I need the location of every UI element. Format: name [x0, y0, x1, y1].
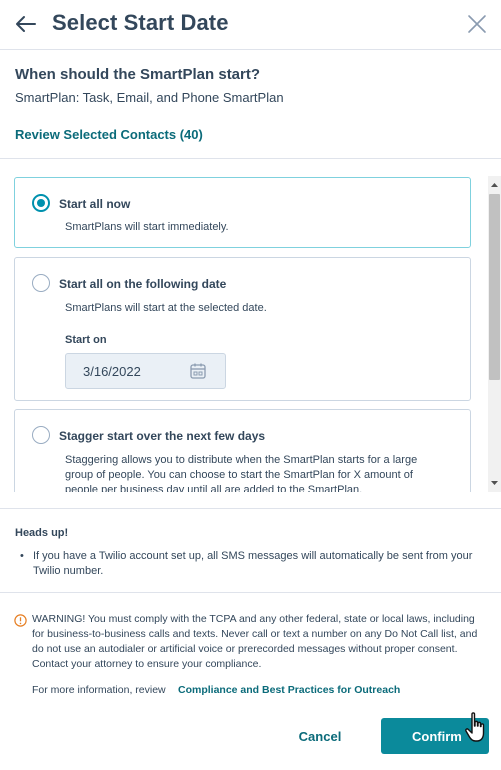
start-on-label: Start on — [65, 334, 107, 346]
heads-up-title: Heads up! — [15, 527, 69, 539]
scroll-thumb[interactable] — [489, 194, 500, 380]
option-stagger-start[interactable]: Stagger start over the next few days Sta… — [14, 409, 471, 492]
confirm-button[interactable]: Confirm — [381, 718, 489, 754]
bullet: • — [20, 550, 24, 562]
scroll-down-arrow-icon[interactable] — [488, 478, 501, 488]
divider — [0, 508, 501, 509]
cancel-button[interactable]: Cancel — [282, 718, 358, 754]
radio-stagger-start[interactable] — [32, 426, 50, 444]
compliance-link[interactable]: Compliance and Best Practices for Outrea… — [178, 684, 400, 696]
option-description: SmartPlans will start at the selected da… — [65, 302, 267, 314]
heads-up-text: If you have a Twilio account set up, all… — [33, 550, 473, 577]
smartplan-name: SmartPlan: Task, Email, and Phone SmartP… — [15, 90, 284, 105]
divider — [0, 592, 501, 593]
option-start-on-date[interactable]: Start all on the following date SmartPla… — [14, 257, 471, 401]
option-label: Start all now — [59, 197, 131, 211]
start-options-list[interactable]: Start all now SmartPlans will start imme… — [0, 176, 488, 492]
dialog-header: Select Start Date — [0, 0, 501, 50]
option-description: SmartPlans will start immediately. — [65, 221, 229, 233]
radio-start-on-date[interactable] — [32, 274, 50, 292]
tcpa-warning-text: WARNING! You must comply with the TCPA a… — [32, 613, 478, 670]
dialog-title: Select Start Date — [52, 10, 229, 35]
more-info-prefix: For more information, review — [32, 684, 166, 696]
start-date-field[interactable]: 3/16/2022 — [65, 353, 226, 389]
option-description: Staggering allows you to distribute when… — [65, 454, 418, 492]
intro-section: When should the SmartPlan start? SmartPl… — [15, 66, 485, 105]
option-start-all-now[interactable]: Start all now SmartPlans will start imme… — [14, 177, 471, 248]
calendar-icon[interactable] — [189, 362, 207, 380]
start-date-value: 3/16/2022 — [83, 364, 141, 379]
divider — [0, 158, 501, 159]
options-scrollbar[interactable] — [488, 176, 501, 492]
review-contacts-link[interactable]: Review Selected Contacts (40) — [15, 127, 203, 142]
close-icon[interactable] — [466, 13, 488, 35]
warning-circle-icon — [14, 614, 27, 627]
arrow-left-icon[interactable] — [14, 12, 38, 36]
radio-start-all-now[interactable] — [32, 194, 50, 212]
option-label: Start all on the following date — [59, 277, 227, 291]
scroll-up-arrow-icon[interactable] — [488, 180, 501, 190]
option-label: Stagger start over the next few days — [59, 429, 266, 443]
start-question: When should the SmartPlan start? — [15, 66, 261, 83]
